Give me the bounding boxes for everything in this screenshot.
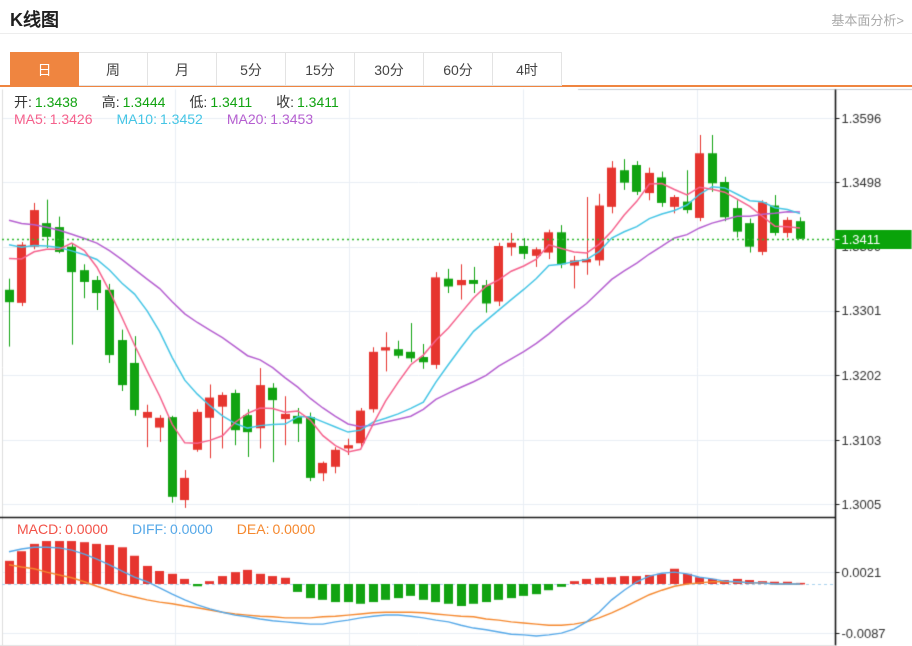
- legend-label: MA10:: [117, 111, 157, 127]
- legend-item: MA5:1.3426: [14, 111, 93, 127]
- legend-label: MA20:: [227, 111, 267, 127]
- legend-value: 0.0000: [170, 521, 213, 537]
- fundamental-analysis-link[interactable]: 基本面分析>: [831, 10, 904, 29]
- kline-page: K线图 基本面分析> 日周月5分15分30分60分4时 开:1.3438高:1.…: [0, 0, 912, 646]
- legend-value: 0.0000: [272, 521, 315, 537]
- period-tab-bar: 日周月5分15分30分60分4时: [0, 52, 912, 87]
- legend-label: 收:: [276, 94, 294, 110]
- legend-item: 收:1.3411: [276, 92, 339, 112]
- legend-value: 1.3452: [160, 111, 203, 127]
- page-title: K线图: [10, 6, 59, 32]
- legend-value: 1.3453: [270, 111, 313, 127]
- legend-label: 开:: [14, 94, 32, 110]
- legend-item: MA20:1.3453: [227, 111, 313, 127]
- legend-label: 低:: [189, 94, 207, 110]
- tab-5分[interactable]: 5分: [217, 52, 286, 86]
- ohlc-legend: 开:1.3438高:1.3444低:1.3411收:1.3411: [14, 92, 363, 112]
- legend-value: 1.3411: [297, 94, 339, 110]
- tab-日[interactable]: 日: [10, 52, 79, 86]
- legend-value: 1.3444: [123, 94, 166, 110]
- legend-item: 低:1.3411: [189, 92, 252, 112]
- ma-legend: MA5:1.3426 MA10:1.3452 MA20:1.3453: [14, 111, 337, 127]
- legend-label: 高:: [102, 94, 120, 110]
- legend-value: 1.3438: [35, 94, 78, 110]
- legend-item: MA10:1.3452: [117, 111, 203, 127]
- legend-item: DIFF:0.0000: [132, 521, 213, 537]
- tab-30分[interactable]: 30分: [355, 52, 424, 86]
- header-divider: [0, 33, 912, 34]
- legend-value: 1.3411: [210, 94, 252, 110]
- legend-item: MACD:0.0000: [17, 521, 108, 537]
- tab-4时[interactable]: 4时: [493, 52, 562, 86]
- legend-label: MACD:: [17, 521, 62, 537]
- tab-周[interactable]: 周: [79, 52, 148, 86]
- legend-label: DEA:: [237, 521, 270, 537]
- legend-item: DEA:0.0000: [237, 521, 316, 537]
- legend-item: 高:1.3444: [102, 92, 166, 112]
- tab-15分[interactable]: 15分: [286, 52, 355, 86]
- legend-item: 开:1.3438: [14, 92, 78, 112]
- tab-60分[interactable]: 60分: [424, 52, 493, 86]
- legend-label: MA5:: [14, 111, 47, 127]
- tab-月[interactable]: 月: [148, 52, 217, 86]
- macd-legend: MACD:0.0000DIFF:0.0000DEA:0.0000: [17, 521, 339, 537]
- legend-label: DIFF:: [132, 521, 167, 537]
- legend-value: 1.3426: [50, 111, 93, 127]
- legend-value: 0.0000: [65, 521, 108, 537]
